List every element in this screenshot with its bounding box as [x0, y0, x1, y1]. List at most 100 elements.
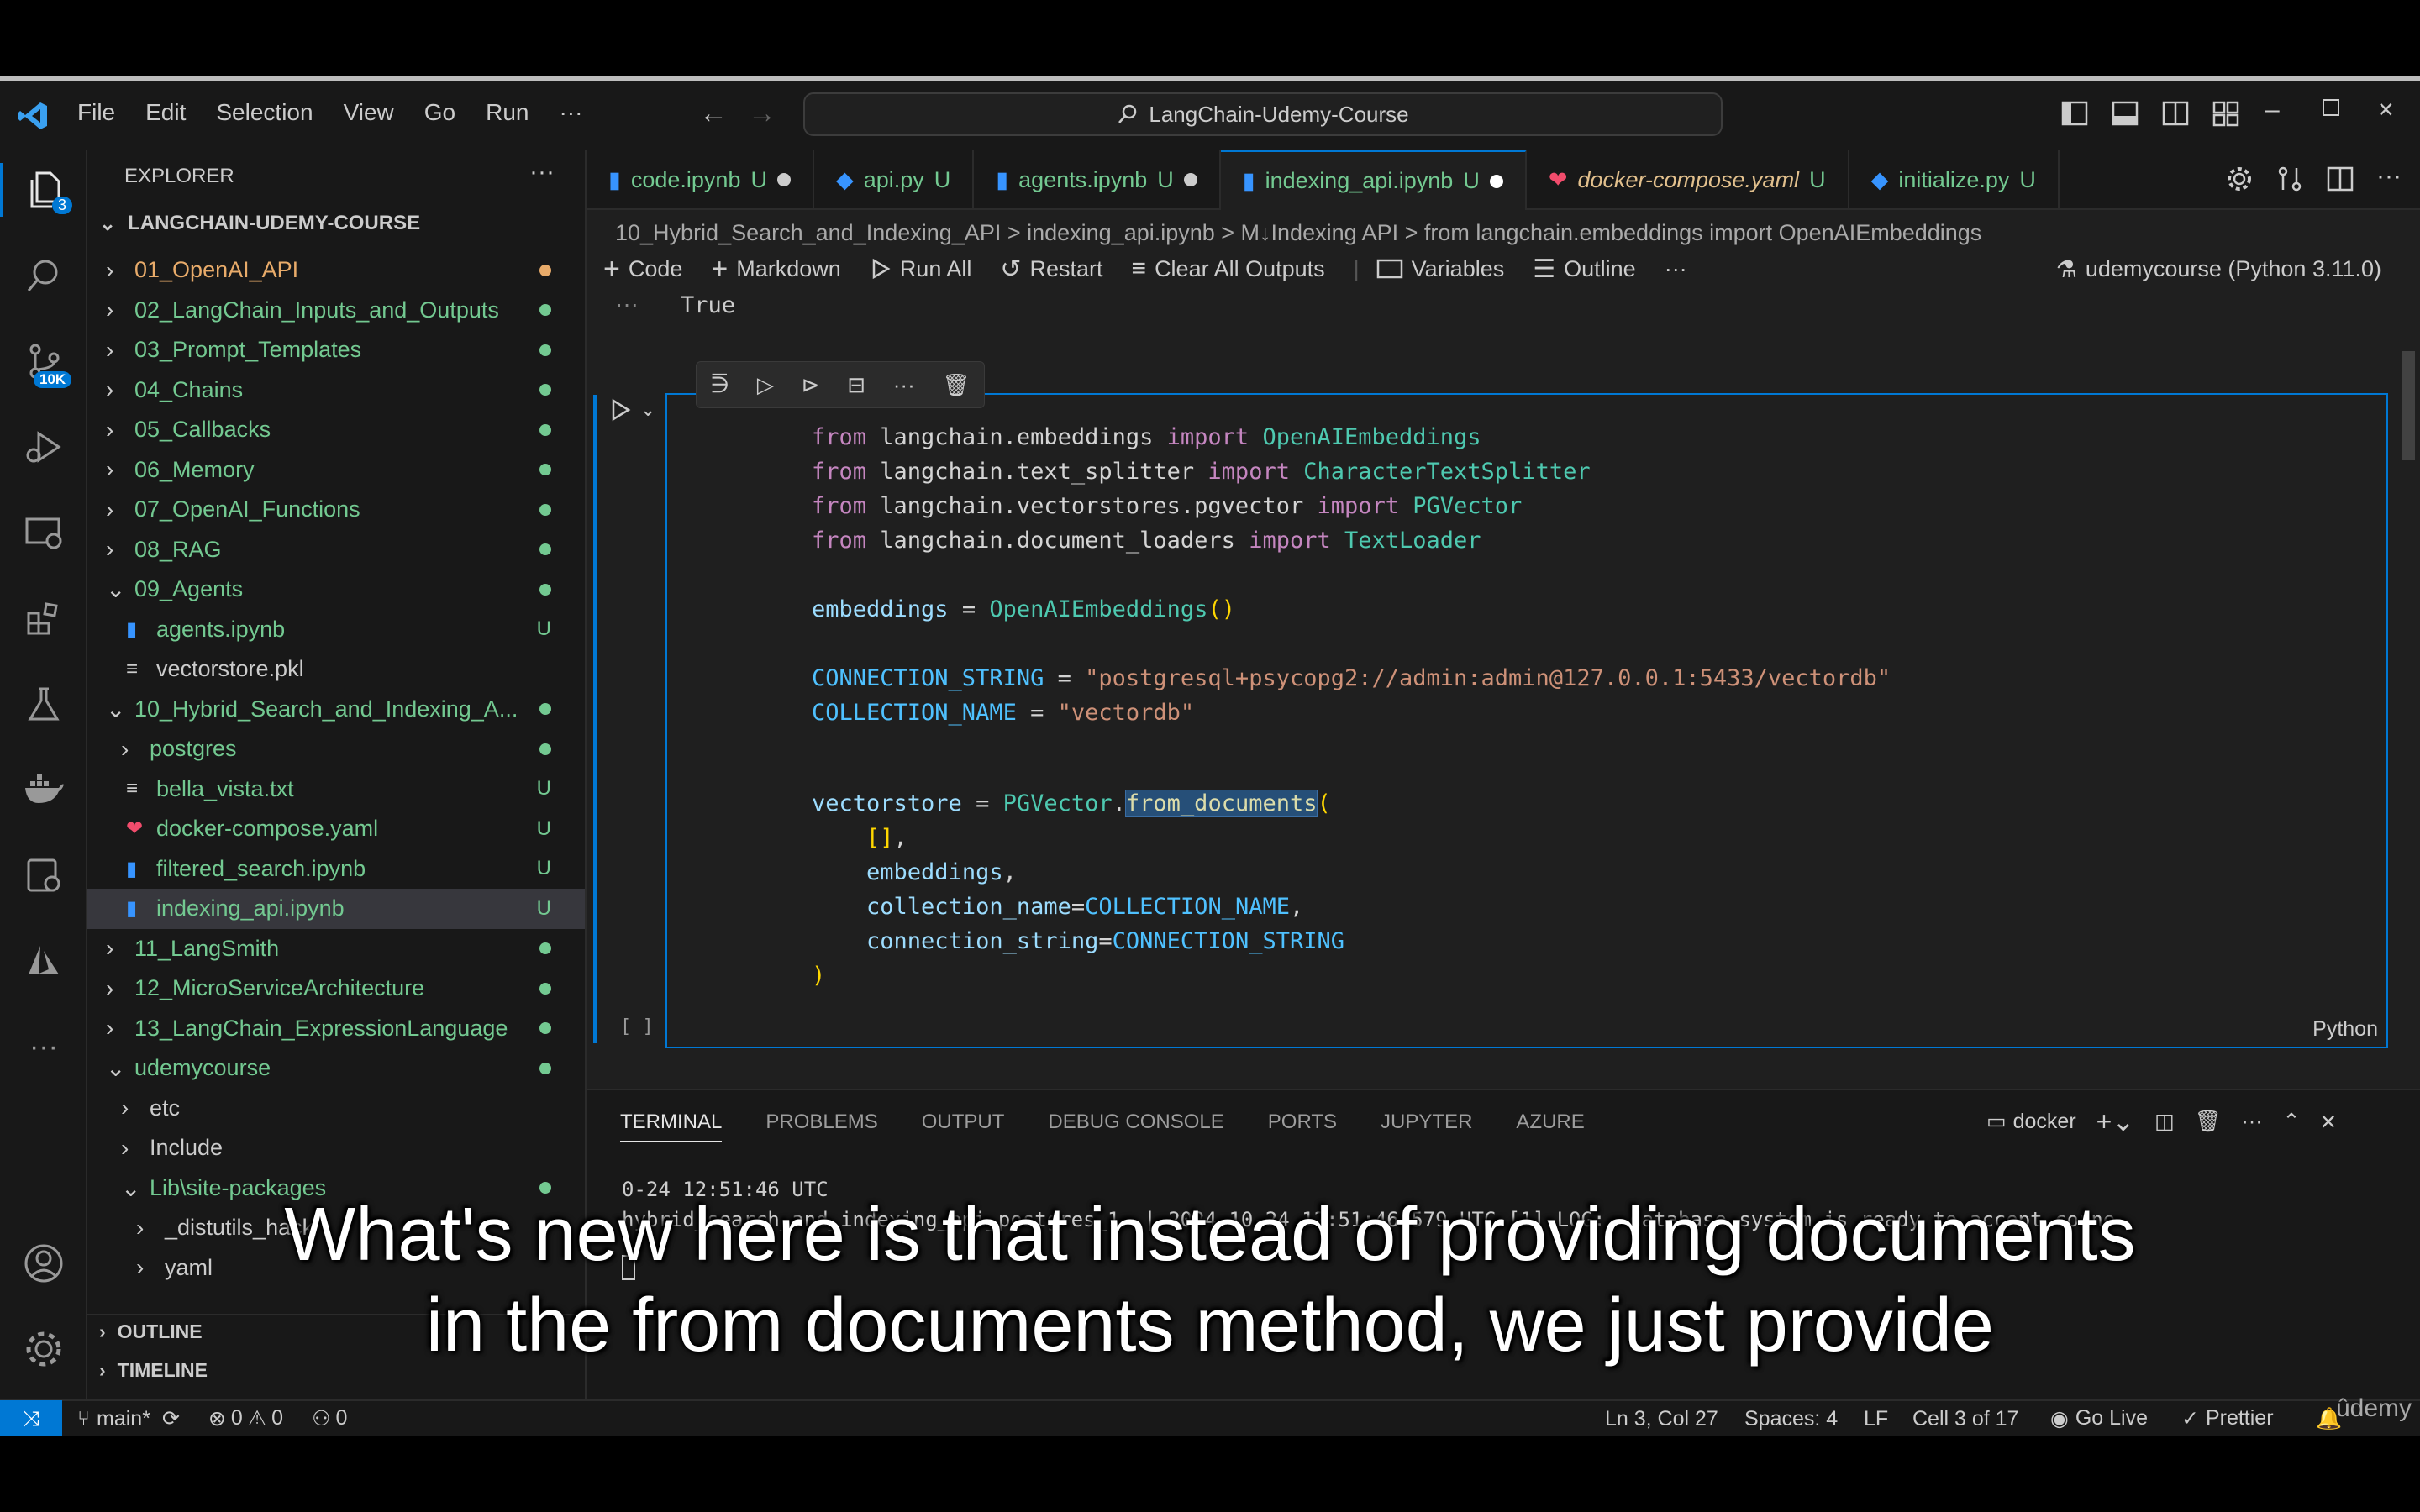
source-control-icon[interactable]: 10K	[17, 334, 72, 388]
split-cell-icon[interactable]: ⊟	[847, 372, 865, 398]
execute-above-icon[interactable]: ▷	[757, 372, 774, 398]
editor-tab[interactable]: ▮ code.ipynb U	[587, 150, 814, 210]
branch-indicator[interactable]: ⑂ main*	[77, 1407, 150, 1431]
run-by-line-icon[interactable]: ⋽	[710, 372, 729, 398]
explorer-folder[interactable]: ⌄ 10_Hybrid_Search_and_Indexing_A...	[87, 690, 585, 730]
execute-below-icon[interactable]: ⊳	[802, 372, 820, 398]
explorer-file[interactable]: ≡ bella_vista.txt U	[87, 769, 585, 810]
code-line[interactable]: CONNECTION_STRING = "postgresql+psycopg2…	[812, 661, 1891, 696]
editor-scrollbar[interactable]	[2402, 351, 2415, 460]
explorer-folder[interactable]: › 13_LangChain_ExpressionLanguage	[87, 1009, 585, 1049]
unsaved-dot-icon[interactable]	[1183, 173, 1197, 186]
explorer-folder[interactable]: › 03_Prompt_Templates	[87, 330, 585, 370]
code-cell[interactable]: from langchain.embeddings import OpenAIE…	[666, 393, 2388, 1048]
code-line[interactable]: from langchain.document_loaders import T…	[812, 523, 1891, 558]
unsaved-dot-icon[interactable]	[776, 173, 791, 186]
panel-tab-jupyter[interactable]: JUPYTER	[1381, 1110, 1472, 1142]
indentation[interactable]: Spaces: 4	[1744, 1407, 1838, 1431]
code-line[interactable]: vectorstore = PGVector.from_documents(	[812, 786, 1891, 821]
explorer-folder[interactable]: › 07_OpenAI_Functions	[87, 490, 585, 530]
customize-layout-icon[interactable]	[2212, 99, 2240, 128]
code-line[interactable]: COLLECTION_NAME = "vectordb"	[812, 696, 1891, 730]
explorer-folder[interactable]: ⌄ 09_Agents	[87, 570, 585, 610]
settings-gear-icon[interactable]	[2225, 165, 2254, 193]
explorer-folder[interactable]: › 11_LangSmith	[87, 929, 585, 969]
maximize-panel-icon[interactable]: ⌃	[2283, 1109, 2301, 1134]
clear-outputs-button[interactable]: ≡ Clear All Outputs	[1132, 255, 1325, 283]
extensions-icon[interactable]	[17, 591, 71, 645]
editor-tab[interactable]: ◆ api.py U	[814, 150, 975, 210]
sync-icon[interactable]: ⟳	[162, 1406, 180, 1431]
toggle-secondary-sidebar-icon[interactable]	[2161, 99, 2190, 128]
menu-more[interactable]: ···	[559, 99, 582, 126]
menu-file[interactable]: File	[77, 99, 115, 126]
prettier-button[interactable]: ✓ Prettier	[2181, 1406, 2274, 1431]
prev-output-more[interactable]: ···	[615, 291, 639, 318]
code-line[interactable]: connection_string=CONNECTION_STRING	[812, 924, 1891, 958]
terminal-selector[interactable]: ▭ docker	[1986, 1109, 2076, 1134]
code-line[interactable]	[812, 730, 1891, 764]
editor-tab[interactable]: ◆ initialize.py U	[1849, 150, 2060, 210]
explorer-folder[interactable]: › 06_Memory	[87, 450, 585, 491]
run-cell-button[interactable]: ⌄	[610, 398, 655, 422]
toggle-panel-icon[interactable]	[2111, 99, 2139, 128]
cell-language[interactable]: Python	[2312, 1017, 2378, 1042]
explorer-folder[interactable]: › 05_Callbacks	[87, 410, 585, 450]
code-line[interactable]: from langchain.text_splitter import Char…	[812, 454, 1891, 489]
docker-icon[interactable]	[17, 763, 71, 816]
menu-selection[interactable]: Selection	[216, 99, 313, 126]
ports-indicator[interactable]: ⚇ 0	[312, 1406, 347, 1431]
toolbar-more-icon[interactable]: ···	[1665, 256, 1687, 282]
forward-arrow-icon[interactable]: →	[748, 97, 776, 130]
explorer-folder[interactable]: › Include	[87, 1128, 585, 1168]
explorer-folder[interactable]: › etc	[87, 1089, 585, 1129]
outline-button[interactable]: ☰ Outline	[1533, 255, 1635, 284]
split-editor-icon[interactable]	[2326, 165, 2354, 193]
explorer-file[interactable]: ❤ docker-compose.yaml U	[87, 809, 585, 849]
explorer-folder[interactable]: › 01_OpenAI_API	[87, 250, 585, 291]
panel-tab-terminal[interactable]: TERMINAL	[620, 1110, 723, 1142]
testing-icon[interactable]	[17, 677, 71, 731]
minimize-icon[interactable]: –	[2265, 96, 2280, 124]
code-line[interactable]: collection_name=COLLECTION_NAME,	[812, 890, 1891, 924]
editor-tab[interactable]: ▮ agents.ipynb U	[974, 150, 1221, 210]
variables-button[interactable]: Variables	[1376, 256, 1504, 282]
kernel-picker[interactable]: ⚗ udemycourse (Python 3.11.0)	[2056, 255, 2381, 283]
remote-explorer-icon[interactable]	[17, 506, 71, 559]
maximize-icon[interactable]	[2323, 99, 2339, 116]
problems-indicator[interactable]: ⊗ 0 ⚠ 0	[208, 1406, 283, 1431]
code-line[interactable]: from langchain.vectorstores.pgvector imp…	[812, 489, 1891, 523]
breadcrumb[interactable]: 10_Hybrid_Search_and_Indexing_API > inde…	[615, 220, 1981, 246]
search-icon[interactable]	[17, 249, 71, 302]
code-line[interactable]	[812, 764, 1891, 786]
code-line[interactable]	[812, 558, 1891, 592]
toggle-sidebar-icon[interactable]	[2060, 99, 2089, 128]
menu-run[interactable]: Run	[486, 99, 529, 126]
code-line[interactable]: )	[812, 958, 1891, 993]
workspace-root[interactable]: ⌄ LANGCHAIN-UDEMY-COURSE	[99, 212, 420, 236]
editor-tab[interactable]: ▮ indexing_api.ipynb U	[1220, 150, 1527, 210]
explorer-icon[interactable]: 3	[0, 163, 87, 217]
code-line[interactable]: [],	[812, 821, 1891, 855]
restart-button[interactable]: ↺ Restart	[1000, 255, 1102, 284]
code-line[interactable]: embeddings,	[812, 855, 1891, 890]
menu-edit[interactable]: Edit	[145, 99, 186, 126]
explorer-file[interactable]: ≡ vectorstore.pkl	[87, 649, 585, 690]
panel-tab-problems[interactable]: PROBLEMS	[765, 1110, 877, 1142]
kill-terminal-icon[interactable]: 🗑	[2195, 1110, 2222, 1134]
cell-more-icon[interactable]: ···	[893, 372, 915, 398]
explorer-folder[interactable]: › 12_MicroServiceArchitecture	[87, 969, 585, 1009]
cell-indicator[interactable]: Cell 3 of 17	[1912, 1407, 2018, 1431]
split-terminal-icon[interactable]: ◫	[2154, 1109, 2175, 1134]
panel-tab-ports[interactable]: PORTS	[1268, 1110, 1337, 1142]
run-debug-icon[interactable]	[17, 420, 71, 474]
explorer-folder[interactable]: › 04_Chains	[87, 370, 585, 411]
code-line[interactable]: from langchain.embeddings import OpenAIE…	[812, 420, 1891, 454]
unsaved-dot-icon[interactable]	[1489, 174, 1503, 188]
explorer-file[interactable]: ▮ filtered_search.ipynb U	[87, 849, 585, 890]
explorer-file[interactable]: ▮ agents.ipynb U	[87, 610, 585, 650]
add-code-cell-button[interactable]: + Code	[603, 253, 682, 286]
delete-cell-icon[interactable]: 🗑	[943, 372, 971, 398]
close-panel-icon[interactable]: ×	[2320, 1106, 2336, 1137]
azure-icon[interactable]	[17, 934, 71, 988]
